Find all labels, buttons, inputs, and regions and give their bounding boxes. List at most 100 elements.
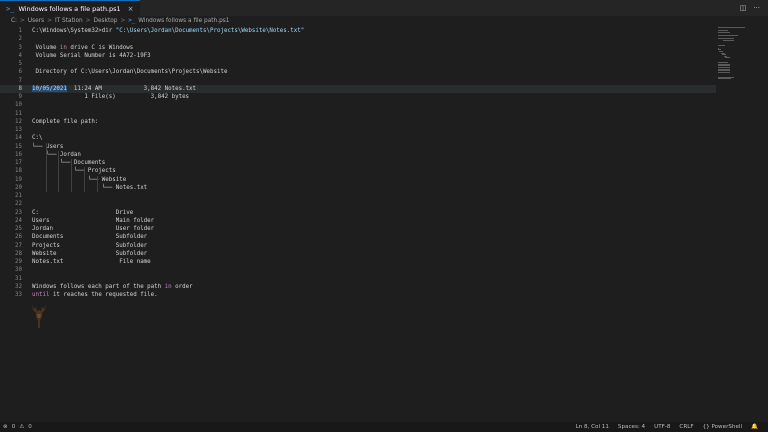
code-line[interactable]: 6 Directory of C:\Users\Jordan\Documents… (0, 68, 716, 76)
code-line[interactable]: 24 Users Main folder (0, 217, 716, 225)
line-number: 2 (18, 36, 23, 43)
breadcrumb-item[interactable]: IT Station (55, 18, 83, 24)
code-line[interactable]: 15 └── Users (0, 143, 716, 151)
breadcrumb-item[interactable]: C: (11, 18, 17, 24)
indent-guide (71, 159, 72, 192)
code-line[interactable]: 12 Complete file path: (0, 118, 716, 126)
code-text: 1 File(s) 3,842 bytes (32, 94, 190, 101)
warning-icon: ⚠ (19, 424, 25, 430)
code-line[interactable]: 3 Volume in drive C is Windows (0, 44, 716, 52)
line-number: 24 (15, 217, 22, 224)
code-text: └── Users (32, 143, 64, 150)
line-number: 3 (18, 44, 23, 51)
line-number: 27 (15, 242, 22, 249)
code-editor[interactable]: 1 C:\Windows\System32>dir "C:\Users\Jorda… (0, 25, 768, 422)
deer-icon (32, 304, 46, 328)
tab-windows-follows-a-file-path[interactable]: >_ Windows follows a file path.ps1 × (0, 0, 140, 16)
line-number: 33 (15, 292, 22, 299)
indent-guide (58, 150, 59, 192)
cursor-position[interactable]: Ln 8, Col 11 (576, 424, 609, 430)
breadcrumb-item[interactable]: Desktop (94, 18, 118, 24)
code-line[interactable]: 33 until it reaches the requested file. (0, 291, 716, 299)
code-line[interactable]: 20 └── Notes.txt (0, 184, 716, 192)
code-text: C:\ (32, 135, 43, 142)
line-number: 19 (15, 176, 22, 183)
chevron-right-icon: > (47, 18, 52, 24)
code-line[interactable]: 32 Windows follows each part of the path … (0, 283, 716, 291)
code-text: Directory of C:\Users\Jordan\Documents\P… (32, 69, 228, 76)
code-text: until it reaches the requested file. (32, 292, 158, 299)
line-ending[interactable]: CRLF (679, 424, 693, 430)
line-number: 21 (15, 193, 22, 200)
code-line[interactable]: 21 (0, 192, 716, 200)
powershell-icon: >_ (6, 4, 15, 13)
language-mode[interactable]: {} PowerShell (703, 424, 742, 430)
code-line[interactable]: 31 (0, 275, 716, 283)
code-line[interactable]: 23 C: Drive (0, 209, 716, 217)
code-text: Volume Serial Number is 4A72-19F3 (32, 52, 151, 59)
code-line[interactable]: 16 └── Jordan (0, 151, 716, 159)
code-line[interactable]: 4 Volume Serial Number is 4A72-19F3 (0, 52, 716, 60)
code-line[interactable]: 18 └── Projects (0, 167, 716, 175)
remote-icon[interactable]: ⊗ (3, 424, 8, 430)
code-text: Complete file path: (32, 118, 99, 125)
powershell-icon: >_ (128, 18, 136, 24)
line-number: 8 (18, 85, 23, 92)
code-line[interactable]: 11 (0, 110, 716, 118)
line-number: 9 (18, 94, 23, 101)
code-line[interactable]: 17 └── Documents (0, 159, 716, 167)
chevron-right-icon: > (120, 18, 126, 24)
code-line[interactable]: 8 10/05/2021 11:24 AM 3,842 Notes.txt (0, 84, 716, 93)
code-line[interactable]: 29 Notes.txt File name (0, 258, 716, 266)
warning-count[interactable]: 0 (28, 424, 32, 430)
minimap-line (718, 31, 730, 33)
code-line[interactable]: 2 (0, 35, 716, 43)
bell-icon[interactable]: 🔔 (751, 424, 758, 430)
code-line[interactable]: 27 Projects Subfolder (0, 242, 716, 250)
code-line[interactable]: 9 1 File(s) 3,842 bytes (0, 93, 716, 101)
code-line[interactable]: 30 (0, 266, 716, 274)
code-line[interactable]: 28 Website Subfolder (0, 250, 716, 258)
code-line[interactable]: 19 └── Website (0, 176, 716, 184)
minimap[interactable] (716, 25, 760, 85)
line-number: 4 (18, 52, 23, 59)
line-number: 28 (15, 250, 22, 257)
minimap-line (723, 39, 734, 41)
line-number: 12 (15, 118, 22, 125)
code-text: └── Jordan (32, 151, 81, 158)
code-text: 10/05/2021 11:24 AM 3,842 Notes.txt (32, 85, 197, 92)
code-line[interactable]: 7 (0, 77, 716, 85)
minimap-line (718, 27, 746, 28)
line-number: 25 (15, 226, 22, 233)
close-icon[interactable]: × (128, 5, 134, 13)
line-number: 14 (15, 135, 22, 142)
code-line[interactable]: 25 Jordan User folder (0, 225, 716, 233)
breadcrumb-file[interactable]: Windows follows a file path.ps1 (138, 18, 229, 24)
encoding[interactable]: UTF-8 (654, 424, 670, 430)
code-line[interactable]: 1 C:\Windows\System32>dir "C:\Users\Jorda… (0, 27, 716, 35)
code-text: └── Documents (32, 160, 106, 167)
error-count[interactable]: 0 (12, 424, 16, 430)
line-number: 31 (15, 275, 22, 282)
code-line[interactable]: 5 (0, 60, 716, 68)
more-actions-icon[interactable]: ··· (753, 4, 760, 12)
code-line[interactable]: 10 (0, 101, 716, 109)
code-line[interactable]: 22 (0, 200, 716, 208)
line-number: 10 (15, 102, 22, 109)
code-text: Windows follows each part of the path in… (32, 283, 193, 290)
code-line[interactable]: 26 Documents Subfolder (0, 233, 716, 241)
line-number: 23 (15, 209, 22, 216)
indentation[interactable]: Spaces: 4 (618, 424, 645, 430)
code-text: Documents Subfolder (32, 234, 148, 241)
line-number: 16 (15, 151, 22, 158)
line-number: 18 (15, 168, 22, 175)
code-line[interactable]: 13 (0, 126, 716, 134)
code-text: C:\Windows\System32>dir "C:\Users\Jordan… (32, 28, 305, 35)
vertical-scrollbar[interactable] (760, 25, 768, 422)
split-editor-icon[interactable]: ◫ (740, 4, 747, 12)
tab-label: Windows follows a file path.ps1 (18, 4, 121, 13)
chevron-right-icon: > (20, 18, 25, 24)
line-number: 26 (15, 234, 22, 241)
code-line[interactable]: 14 C:\ (0, 134, 716, 142)
breadcrumb-item[interactable]: Users (28, 18, 44, 24)
